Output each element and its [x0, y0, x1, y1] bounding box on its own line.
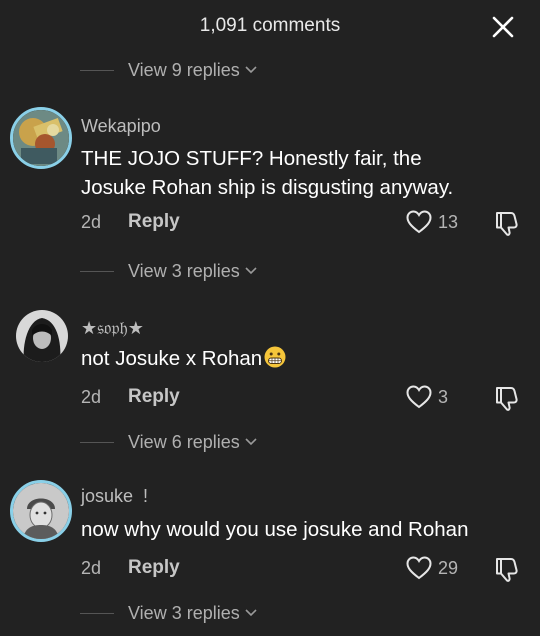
comment-text: not Josuke x Rohan: [81, 344, 521, 373]
close-icon: [492, 16, 514, 38]
avatar-image: [13, 110, 69, 166]
comment-text-line: THE JOJO STUFF? Honestly fair, the: [81, 147, 422, 170]
comment-text-line: Josuke Rohan ship is disgusting anyway.: [81, 176, 454, 199]
chevron-down-icon: [245, 438, 257, 446]
reply-button[interactable]: Reply: [128, 386, 180, 408]
comment-text: THE JOJO STUFF? Honestly fair, the Josuk…: [81, 144, 521, 202]
view-replies-label: View 9 replies: [128, 59, 240, 80]
avatar-image: [16, 310, 68, 362]
comment-date: 2d: [81, 212, 102, 232]
username[interactable]: josuke !: [81, 486, 148, 507]
comment-actions: 2d Reply 13: [81, 210, 521, 236]
divider: [80, 441, 114, 443]
like-count: 29: [438, 558, 459, 578]
avatar[interactable]: [16, 310, 68, 362]
close-button[interactable]: [488, 12, 518, 42]
heart-icon[interactable]: [405, 209, 433, 235]
view-replies-button[interactable]: View 9 replies: [80, 56, 257, 84]
divider: [80, 612, 114, 614]
dislike-icon[interactable]: [491, 554, 521, 584]
like-count: 3: [438, 387, 449, 407]
grimacing-face-icon: [264, 346, 286, 368]
username[interactable]: ★𝔰𝔬𝔭𝔥★: [81, 318, 144, 339]
reply-button[interactable]: Reply: [128, 557, 180, 579]
chevron-down-icon: [245, 66, 257, 74]
dislike-icon[interactable]: [491, 208, 521, 238]
view-replies-label: View 3 replies: [128, 602, 240, 623]
reply-button[interactable]: Reply: [128, 211, 180, 233]
like-count: 13: [438, 212, 459, 232]
comments-header: 1,091 comments: [0, 0, 540, 54]
view-replies-button[interactable]: View 3 replies: [80, 257, 257, 285]
dislike-icon[interactable]: [491, 383, 521, 413]
chevron-down-icon: [245, 267, 257, 275]
comment-text: now why would you use josuke and Rohan: [81, 515, 521, 544]
comment-date: 2d: [81, 558, 102, 578]
heart-icon[interactable]: [405, 384, 433, 410]
view-replies-button[interactable]: View 3 replies: [80, 599, 257, 627]
comment-text-line: now why would you use josuke and Rohan: [81, 518, 469, 541]
avatar[interactable]: [10, 107, 72, 169]
view-replies-button[interactable]: View 6 replies: [80, 428, 257, 456]
avatar-image: [13, 483, 69, 539]
comment-text-line: not Josuke x Rohan: [81, 347, 263, 370]
comment-count-title: 1,091 comments: [199, 15, 341, 36]
comment-actions: 2d Reply 29: [81, 556, 521, 582]
heart-icon[interactable]: [405, 555, 433, 581]
username[interactable]: Wekapipo: [81, 116, 161, 137]
comment-date: 2d: [81, 387, 102, 407]
comment-actions: 2d Reply 3: [81, 385, 521, 411]
view-replies-label: View 3 replies: [128, 260, 240, 281]
chevron-down-icon: [245, 609, 257, 617]
view-replies-label: View 6 replies: [128, 431, 240, 452]
divider: [80, 69, 114, 71]
divider: [80, 270, 114, 272]
avatar[interactable]: [10, 480, 72, 542]
